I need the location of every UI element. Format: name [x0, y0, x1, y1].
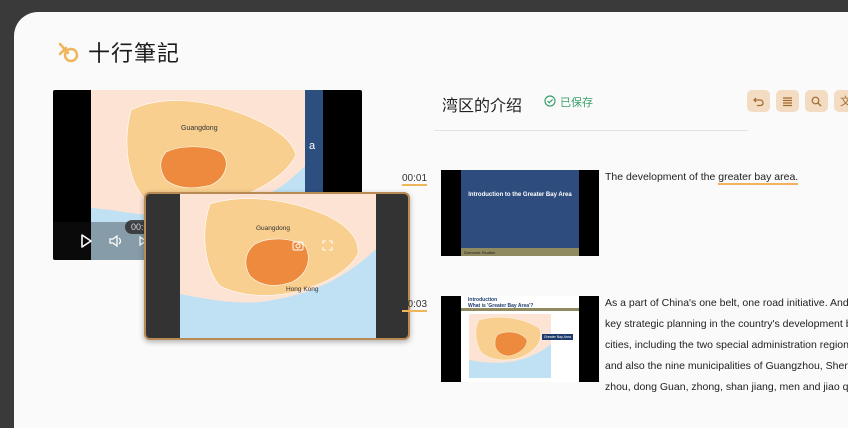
expand-icon[interactable]	[322, 238, 333, 256]
floating-video-player[interactable]: Guangdong Hong Kong	[144, 192, 410, 340]
play-icon[interactable]	[79, 234, 93, 251]
map-label: Hong Kong	[286, 286, 319, 293]
slide-footer-label: Domestic Studies	[464, 250, 496, 255]
slide-tag: Greater Bay Area	[541, 334, 573, 340]
slide-map	[469, 314, 551, 378]
slide-stripe	[461, 308, 579, 311]
volume-icon[interactable]	[109, 234, 124, 251]
save-status: 已保存	[544, 94, 593, 110]
app-logo-icon	[56, 40, 80, 64]
note-line: cities, including the two special admini…	[605, 339, 848, 351]
note-line: and also the nine municipalities of Guan…	[605, 360, 848, 372]
slide-letter: a	[309, 140, 316, 152]
note-toolbar: 文	[747, 90, 848, 112]
save-status-label: 已保存	[560, 97, 593, 109]
slide-preview: Introduction What is 'Greater Bay Area'? …	[461, 296, 579, 382]
header-divider	[434, 130, 748, 131]
note-line: As a part of China's one belt, one road …	[605, 297, 848, 309]
map-label: Guangdong	[181, 125, 218, 132]
app-window: 十行筆記 Guangdong a 00:00 / 2:00	[14, 12, 848, 428]
app-brand: 十行筆記	[56, 36, 180, 68]
slide-title: Introduction to the Greater Bay Area	[468, 192, 572, 198]
translate-icon[interactable]: 文	[834, 90, 848, 112]
slide-preview: Introduction to the Greater Bay Area Dom…	[461, 170, 579, 256]
screen-frame: 十行筆記 Guangdong a 00:00 / 2:00	[0, 0, 848, 428]
note-line: key strategic planning in the country's …	[605, 318, 848, 330]
check-circle-icon	[544, 94, 556, 110]
screenshot-icon[interactable]	[292, 238, 304, 256]
note-text: The development of the	[605, 171, 719, 183]
note-paragraph[interactable]: As a part of China's one belt, one road …	[605, 293, 848, 398]
timestamp[interactable]: 00:01	[402, 173, 428, 186]
note-paragraph[interactable]: The development of the greater bay area.	[605, 167, 799, 188]
highlighted-text: greater bay area.	[718, 171, 799, 185]
search-icon[interactable]	[805, 90, 828, 112]
map-label: Guangdong	[256, 225, 290, 232]
slide-thumbnail[interactable]: Introduction What is 'Greater Bay Area'? …	[441, 296, 599, 382]
mini-map: Guangdong Hong Kong	[180, 194, 376, 338]
list-icon[interactable]	[776, 90, 799, 112]
app-name: 十行筆記	[88, 42, 181, 67]
note-line: zhou, dong Guan, zhong, shan jiang, men …	[605, 381, 848, 393]
timestamp[interactable]: 00:03	[402, 299, 428, 312]
undo-icon[interactable]	[747, 90, 770, 112]
slide-thumbnail[interactable]: Introduction to the Greater Bay Area Dom…	[441, 170, 599, 256]
note-title[interactable]: 湾区的介绍	[442, 92, 522, 116]
